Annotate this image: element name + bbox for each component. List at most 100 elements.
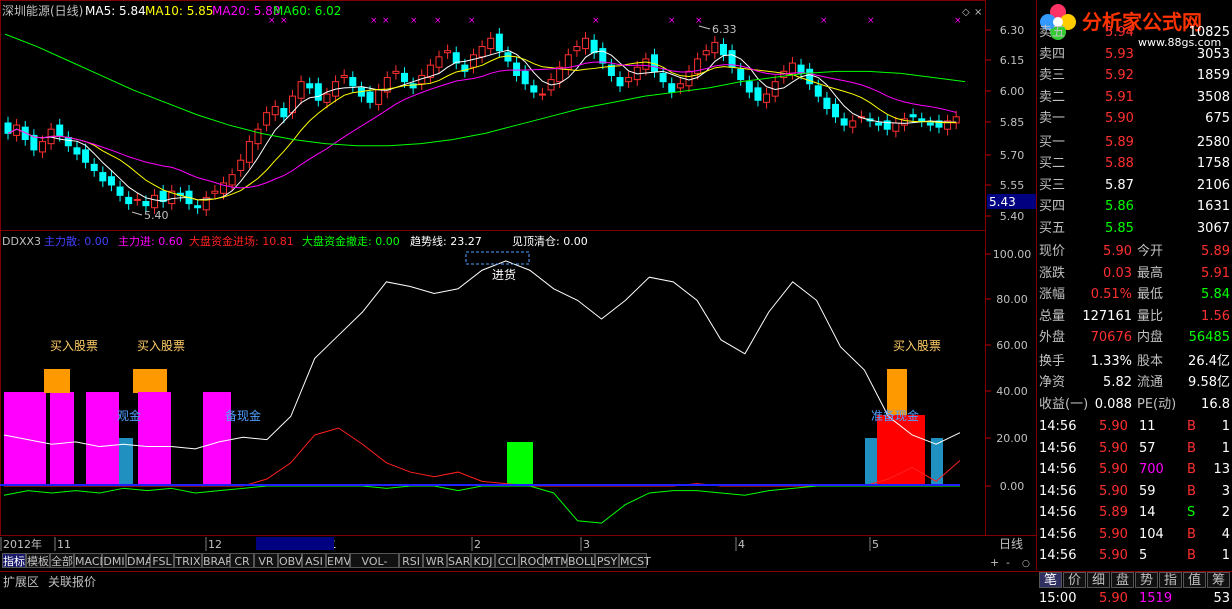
sell-level[interactable]: 卖四 5.93 3053 — [1037, 44, 1232, 65]
candle-body — [685, 70, 693, 87]
signal-mark: × — [410, 16, 418, 26]
price-y-axis: 6.30 6.15 6.00 5.85 5.70 5.55 5.40 — [986, 24, 1024, 223]
indicator-tick-label: 20.00 — [996, 432, 1028, 445]
related-quote-button[interactable]: 关联报价 — [48, 573, 96, 590]
quote-stat2-row[interactable]: 换手 1.33% 股本 26.4亿 — [1037, 351, 1232, 372]
indicator-tab[interactable]: VR — [254, 553, 278, 568]
candle-body — [469, 54, 477, 68]
date-tick-label: 2 — [474, 538, 481, 551]
main-inflow-bar — [86, 392, 119, 486]
indicator-tab[interactable]: VOL-TDX — [350, 553, 399, 583]
period-label[interactable]: 日线 — [999, 537, 1023, 551]
candle-body — [73, 147, 81, 155]
buy-level[interactable]: 买五 5.85 3067 — [1037, 218, 1232, 239]
indicator-tab[interactable]: BOLL — [567, 553, 596, 568]
trade-tick-row[interactable]: 14:56 5.90 5 B 1 — [1037, 545, 1232, 566]
sell-level[interactable]: 卖三 5.92 1859 — [1037, 65, 1232, 86]
candle-body — [452, 52, 460, 64]
candle-body — [745, 81, 753, 93]
scroll-right-button[interactable]: ○ — [1022, 559, 1030, 569]
right-panel-tab[interactable]: 筹 — [1207, 572, 1230, 588]
indicator-tab[interactable]: 全部 — [50, 553, 74, 568]
right-panel-tab[interactable]: 价 — [1063, 572, 1086, 588]
price-tick-label: 5.70 — [1000, 149, 1025, 162]
quote-stat2-row[interactable]: 净资 5.82 流通 9.58亿 — [1037, 372, 1232, 393]
buy-level[interactable]: 买一 5.89 2580 — [1037, 132, 1232, 153]
right-panel-tab[interactable]: 势 — [1135, 572, 1158, 588]
candle-body — [590, 39, 598, 54]
candle-body — [702, 50, 710, 56]
indicator-tab[interactable]: WR — [423, 553, 447, 568]
buy-level[interactable]: 买四 5.86 1631 — [1037, 196, 1232, 217]
candle-body — [116, 186, 124, 196]
trade-tick-row[interactable]: 14:56 5.90 104 B 4 — [1037, 524, 1232, 545]
candle-body — [237, 159, 245, 172]
sell-level[interactable]: 卖一 5.90 675 — [1037, 108, 1232, 129]
right-panel-tab[interactable]: 指 — [1159, 572, 1182, 588]
quote-stat-row[interactable]: 外盘 70676 内盘 56485 — [1037, 327, 1232, 348]
indicator-tab[interactable]: CCI — [495, 553, 519, 568]
indicator-tab[interactable]: TRIX — [174, 553, 202, 568]
indicator-tab[interactable]: DMI — [102, 553, 126, 568]
date-tick-label: 12 — [208, 538, 222, 551]
trade-tick-row[interactable]: 14:56 5.90 11 B 1 — [1037, 416, 1232, 437]
indicator-tab[interactable]: 指标 — [2, 553, 26, 568]
expand-area-button[interactable]: 扩展区 — [3, 573, 39, 590]
signal-mark: × — [382, 16, 390, 26]
right-panel-tab[interactable]: 值 — [1183, 572, 1206, 588]
indicator-tab[interactable]: RSI — [399, 553, 423, 568]
right-panel-tab[interactable]: 细 — [1087, 572, 1110, 588]
right-panel-tab[interactable]: 笔 — [1039, 572, 1062, 588]
candle-body — [306, 83, 314, 89]
trade-tick-row[interactable]: 14:56 5.89 14 S 2 — [1037, 502, 1232, 523]
date-tick-label: 5 — [872, 538, 879, 551]
trade-tick-row[interactable]: 14:56 5.90 57 B 1 — [1037, 438, 1232, 459]
candle-body — [788, 62, 796, 74]
indicator-tab[interactable]: 模板 — [26, 553, 50, 568]
buy-level[interactable]: 买二 5.88 1758 — [1037, 153, 1232, 174]
quote-stat-row[interactable]: 涨跌 0.03 最高 5.91 — [1037, 263, 1232, 284]
zoom-out-button[interactable]: - — [1006, 556, 1010, 569]
candle-body — [711, 41, 719, 54]
indicator-tab[interactable]: ROC — [519, 553, 544, 568]
indicator-tab[interactable]: MTM — [543, 553, 570, 568]
panel-diamond-icon[interactable]: ◇ — [962, 7, 970, 18]
indicator-tab[interactable]: KDJ — [471, 553, 495, 568]
quote-stat-row[interactable]: 总量 127161 量比 1.56 — [1037, 306, 1232, 327]
signal-mark: × — [434, 16, 442, 26]
buy-level[interactable]: 买三 5.87 2106 — [1037, 175, 1232, 196]
zoom-in-button[interactable]: + — [990, 556, 999, 569]
signal-mark: × — [820, 16, 828, 26]
indicator-tab[interactable]: DMA — [126, 553, 153, 568]
candle-body — [875, 122, 883, 126]
candle-body — [495, 33, 503, 52]
indicator-tab[interactable]: FSL — [150, 553, 174, 568]
indicator-tab[interactable]: SAR — [447, 553, 471, 568]
date-tick-label: 4 — [738, 538, 745, 551]
main-inflow-bar — [138, 392, 171, 486]
trade-tick-row[interactable]: 15:00 5.90 1519 53 — [1037, 588, 1232, 609]
indicator-tab[interactable]: ASI — [302, 553, 326, 568]
indicator-legend-item: 主力散: 0.00 — [44, 234, 109, 248]
indicator-tab[interactable]: CR — [230, 553, 254, 568]
candle-body — [754, 87, 762, 101]
indicator-tab[interactable]: MACD — [74, 553, 108, 568]
candle-body — [719, 43, 727, 56]
indicator-tab[interactable]: OBV — [278, 553, 302, 568]
quote-stat-row[interactable]: 涨幅 0.51% 最低 5.84 — [1037, 284, 1232, 305]
panel-close-icon[interactable]: × — [974, 7, 982, 18]
indicator-tab[interactable]: BRAR — [202, 553, 233, 568]
trade-tick-row[interactable]: 14:56 5.90 59 B 3 — [1037, 481, 1232, 502]
quote-stat2-row[interactable]: 收益(一) 0.088 PE(动) 16.8 — [1037, 394, 1232, 415]
indicator-tab[interactable]: PSY — [595, 553, 619, 568]
candle-body — [280, 108, 288, 118]
trade-tick-row[interactable]: 14:56 5.90 700 B 13 — [1037, 459, 1232, 480]
indicator-tab[interactable]: EMV — [326, 553, 351, 568]
signal-mark: × — [268, 16, 276, 26]
quote-stat-row[interactable]: 现价 5.90 今开 5.89 — [1037, 241, 1232, 262]
sell-level[interactable]: 卖五 5.94 10825 — [1037, 22, 1232, 43]
indicator-legend-item: 见顶清仓: 0.00 — [512, 234, 588, 248]
sell-level[interactable]: 卖二 5.91 3508 — [1037, 87, 1232, 108]
indicator-tab[interactable]: MCST — [619, 553, 651, 568]
right-panel-tab[interactable]: 盘 — [1111, 572, 1134, 588]
